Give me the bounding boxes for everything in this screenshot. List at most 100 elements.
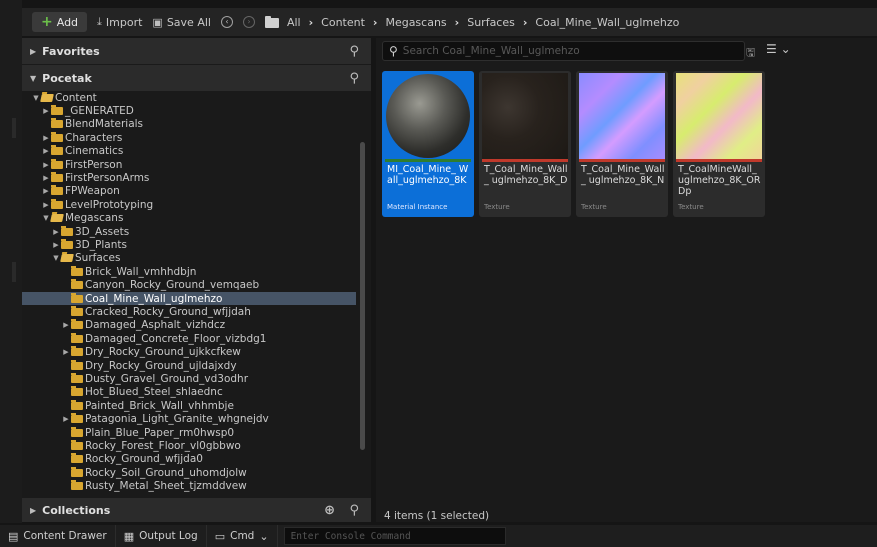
breadcrumb-item[interactable]: Content xyxy=(321,16,365,29)
expand-arrow-icon[interactable]: ▶ xyxy=(42,201,50,209)
tree-folder-item[interactable]: Rocky_Forest_Floor_vl0gbbwo xyxy=(22,439,356,452)
asset-tile[interactable]: T_CoalMineWall_ uglmehzo_8K_OR Dp Texture xyxy=(673,71,765,217)
tree-folder-item[interactable]: ▶ Damaged_Asphalt_vizhdcz xyxy=(22,319,356,332)
terminal-icon: ▭ xyxy=(214,529,226,543)
chevron-right-icon[interactable]: › xyxy=(455,16,460,29)
expand-arrow-icon[interactable]: ▶ xyxy=(42,147,50,155)
expand-arrow-icon: ▶ xyxy=(30,505,37,515)
search-icon[interactable]: ⚲ xyxy=(349,44,359,59)
tree-folder-label: 3D_Plants xyxy=(75,239,127,252)
asset-tile[interactable]: MI_Coal_Mine_ Wall_uglmehzo_8K Material I… xyxy=(382,71,474,217)
tree-folder-item[interactable]: Canyon_Rocky_Ground_vemqaeb xyxy=(22,279,356,292)
save-all-button[interactable]: ▣ Save All xyxy=(152,16,211,29)
tree-folder-label: Surfaces xyxy=(75,252,121,265)
output-log-button[interactable]: ▦ Output Log xyxy=(116,525,207,547)
cmd-dropdown[interactable]: ▭ Cmd ⌄ xyxy=(207,525,278,547)
content-browser-toolbar: + Add ⤓ Import ▣ Save All ‹ › All › Cont… xyxy=(22,8,877,36)
chevron-right-icon[interactable]: › xyxy=(373,16,378,29)
tree-folder-item[interactable]: Plain_Blue_Paper_rm0hwsp0 xyxy=(22,426,356,439)
tree-folder-item[interactable]: ▶ Cinematics xyxy=(22,145,356,158)
expand-arrow-icon[interactable]: ▶ xyxy=(42,161,50,169)
breadcrumb-item[interactable]: Surfaces xyxy=(467,16,515,29)
back-icon[interactable]: ‹ xyxy=(220,16,233,28)
expand-arrow-icon[interactable]: ▶ xyxy=(42,134,50,142)
tree-scrollbar[interactable] xyxy=(360,142,365,450)
tree-folder-label: Content xyxy=(55,91,97,104)
collections-label: Collections xyxy=(42,503,111,517)
tree-folder-item[interactable]: Dusty_Gravel_Ground_vd3odhr xyxy=(22,372,356,385)
tree-folder-item[interactable]: ▶ FPWeapon xyxy=(22,185,356,198)
tree-folder-item[interactable]: Dry_Rocky_Ground_ujldajxdy xyxy=(22,359,356,372)
tree-folder-label: Cinematics xyxy=(65,145,124,158)
tree-folder-item[interactable]: ▶ LevelPrototyping xyxy=(22,198,356,211)
save-search-icon[interactable]: 🖫 xyxy=(746,44,755,63)
expand-arrow-icon[interactable]: ▶ xyxy=(52,228,60,236)
breadcrumb-item[interactable]: Coal_Mine_Wall_uglmehzo xyxy=(535,16,679,29)
console-command-input[interactable] xyxy=(283,527,506,545)
tree-folder-item[interactable]: Rocky_Soil_Ground_uhomdjolw xyxy=(22,466,356,479)
tree-folder-item[interactable]: Hot_Blued_Steel_shlaednc xyxy=(22,386,356,399)
tree-folder-item[interactable]: Coal_Mine_Wall_uglmehzo xyxy=(22,292,356,306)
search-icon[interactable]: ⚲ xyxy=(349,503,359,518)
tree-folder-label: Dry_Rocky_Ground_ujkkcfkew xyxy=(85,346,241,359)
collapse-arrow-icon[interactable]: ▼ xyxy=(42,214,50,222)
tree-folder-item[interactable]: Rocky_Ground_wfjjda0 xyxy=(22,453,356,466)
asset-search-input[interactable] xyxy=(402,45,723,57)
tree-folder-item[interactable]: ▼ Content xyxy=(22,91,356,104)
texture-thumbnail xyxy=(482,73,568,159)
tree-folder-item[interactable]: ▶ FirstPersonArms xyxy=(22,171,356,184)
expand-arrow-icon[interactable]: ▶ xyxy=(42,174,50,182)
tree-folder-label: BlendMaterials xyxy=(65,118,144,131)
folder-icon xyxy=(51,145,63,156)
folder-icon xyxy=(71,453,83,464)
asset-tile[interactable]: T_Coal_Mine_Wall_ uglmehzo_8K_N Texture xyxy=(576,71,668,217)
project-header[interactable]: ▼ Pocetak ⚲ xyxy=(22,65,371,91)
tree-folder-item[interactable]: ▼ Surfaces xyxy=(22,252,356,265)
expand-arrow-icon[interactable]: ▶ xyxy=(42,187,50,195)
tree-folder-item[interactable]: Brick_Wall_vmhhdbjn xyxy=(22,265,356,278)
breadcrumb-item[interactable]: Megascans xyxy=(385,16,446,29)
collapse-arrow-icon[interactable]: ▼ xyxy=(32,94,40,102)
tree-folder-item[interactable]: Cracked_Rocky_Ground_wfjjdah xyxy=(22,305,356,318)
content-drawer-button[interactable]: ▤ Content Drawer xyxy=(0,525,116,547)
add-button[interactable]: + Add xyxy=(32,12,88,32)
tree-folder-item[interactable]: ▶ 3D_Assets xyxy=(22,225,356,238)
breadcrumb-item[interactable]: All xyxy=(287,16,301,29)
tree-folder-item[interactable]: BlendMaterials xyxy=(22,118,356,131)
import-button[interactable]: ⤓ Import xyxy=(97,15,142,29)
expand-arrow-icon[interactable]: ▶ xyxy=(62,321,70,329)
folder-open-icon xyxy=(60,254,74,263)
expand-arrow-icon[interactable]: ▶ xyxy=(62,348,70,356)
chevron-right-icon[interactable]: › xyxy=(523,16,528,29)
tree-folder-item[interactable]: ▼ Megascans xyxy=(22,212,356,225)
tree-folder-item[interactable]: Painted_Brick_Wall_vhhmbje xyxy=(22,399,356,412)
tree-folder-label: Megascans xyxy=(65,212,124,225)
expand-arrow-icon[interactable]: ▶ xyxy=(42,107,50,115)
forward-icon[interactable]: › xyxy=(242,16,255,28)
expand-arrow-icon[interactable]: ▶ xyxy=(52,241,60,249)
tree-folder-item[interactable]: ▶ _GENERATED xyxy=(22,104,356,117)
tree-folder-item[interactable]: ▶ Characters xyxy=(22,131,356,144)
tree-folder-item[interactable]: Damaged_Concrete_Floor_vizbdg1 xyxy=(22,332,356,345)
search-icon[interactable]: ⚲ xyxy=(349,71,359,86)
asset-search-box[interactable]: ⚲ xyxy=(382,41,745,61)
breadcrumb: All › Content › Megascans › Surfaces › C… xyxy=(264,16,679,29)
collapse-arrow-icon[interactable]: ▼ xyxy=(52,254,60,262)
search-icon: ⚲ xyxy=(389,44,398,58)
asset-tile[interactable]: T_Coal_Mine_Wall_ uglmehzo_8K_D Texture xyxy=(479,71,571,217)
tree-folder-item[interactable]: ▶ 3D_Plants xyxy=(22,238,356,251)
expand-arrow-icon[interactable]: ▶ xyxy=(62,415,70,423)
collections-header[interactable]: ▶ Collections ⊕ ⚲ xyxy=(22,498,371,522)
filter-icon[interactable]: ☰ ⌄ xyxy=(766,42,791,56)
tree-folder-item[interactable]: ▶ FirstPerson xyxy=(22,158,356,171)
tree-folder-item[interactable]: ▶ Dry_Rocky_Ground_ujkkcfkew xyxy=(22,346,356,359)
chevron-right-icon[interactable]: › xyxy=(309,16,314,29)
folder-icon xyxy=(71,386,83,397)
tree-folder-label: LevelPrototyping xyxy=(65,198,154,211)
folder-icon xyxy=(71,426,83,437)
folder-icon xyxy=(71,319,83,330)
tree-folder-item[interactable]: ▶ Patagonia_Light_Granite_whgnejdv xyxy=(22,413,356,426)
add-collection-icon[interactable]: ⊕ xyxy=(324,503,335,518)
favorites-header[interactable]: ▶ Favorites ⚲ xyxy=(22,38,371,64)
tree-folder-item[interactable]: Rusty_Metal_Sheet_tjzmddvew xyxy=(22,480,356,493)
